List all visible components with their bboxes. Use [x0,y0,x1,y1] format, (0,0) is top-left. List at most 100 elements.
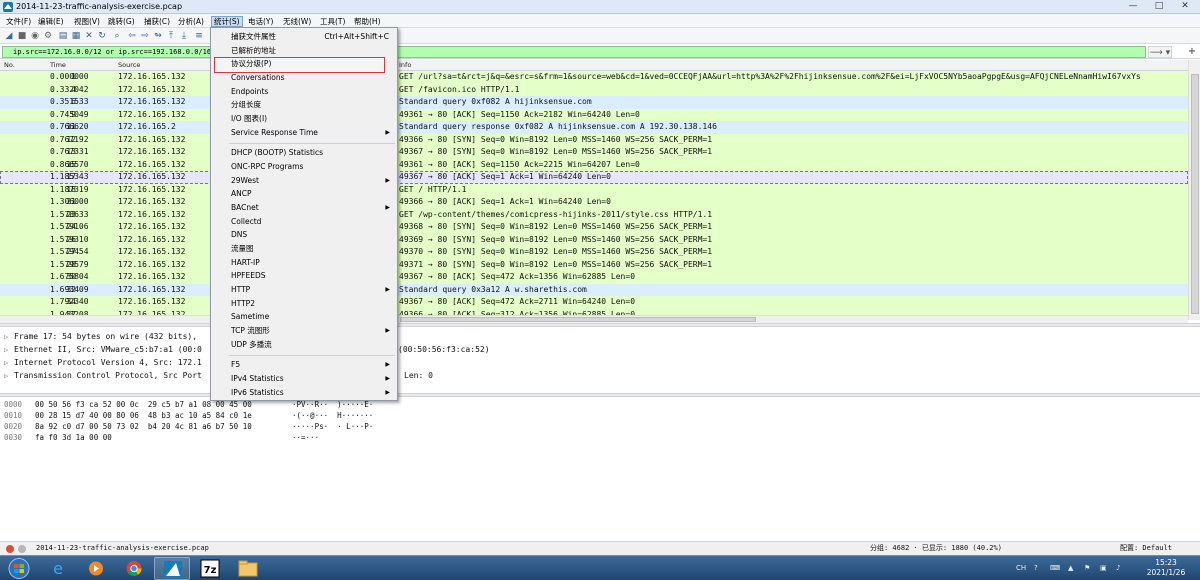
tray-expand-icon[interactable]: ▲ [1068,564,1073,572]
close-file-icon[interactable]: ✕ [84,31,94,41]
menu-view[interactable]: 视图(V) [72,16,102,27]
expand-arrow-icon[interactable]: ▷ [4,331,14,344]
packet-row[interactable]: 11 0.766620 172.16.165.2 Standard query res… [0,121,1188,134]
stats-menu-item[interactable]: 捕获文件属性 [231,31,276,43]
stats-menu-item[interactable]: 已解析的地址 [231,45,276,57]
packet-row[interactable]: 27 1.579454 172.16.165.132 49370 → 80 [SYN]… [0,246,1188,259]
stats-menu-item[interactable]: HTTP [231,284,250,296]
col-no-header[interactable]: No. [4,61,15,70]
stats-menu-item[interactable]: ANCP [231,188,252,200]
packet-row[interactable]: 17 1.185343 172.16.165.132 49367 → 80 [ACK]… [0,171,1188,184]
restart-capture-icon[interactable]: ◉ [30,31,40,41]
packet-row[interactable]: 15 0.866570 172.16.165.132 49361 → 80 [ACK]… [0,158,1188,171]
menu-file[interactable]: 文件(F) [4,16,33,27]
detail-row-tcp[interactable]: ▷ Transmission Control Protocol, Src Port… [4,370,433,383]
help-tray-icon[interactable]: ? [1034,564,1038,572]
stats-menu-item[interactable]: BACnet [231,202,259,214]
start-button[interactable] [4,557,34,580]
capture-comment-icon[interactable] [18,545,26,553]
packet-row[interactable]: 30 1.675804 172.16.165.132 49367 → 80 [ACK]… [0,271,1188,284]
network-icon[interactable]: ▣ [1100,564,1107,572]
packet-row[interactable]: 4 0.332042 172.16.165.132 GET /favicon.ico … [0,83,1188,96]
stats-menu-item[interactable]: 流量图 [231,243,254,255]
taskbar-media-player[interactable] [78,557,114,580]
packet-row[interactable]: 12 0.767192 172.16.165.132 49366 → 80 [SYN]… [0,133,1188,146]
start-capture-icon[interactable]: ◢ [4,31,14,41]
add-filter-button[interactable]: + [1186,45,1198,58]
minimize-button[interactable]: — [1122,1,1144,12]
go-to-packet-icon[interactable]: ↬ [153,31,163,41]
stats-menu-item[interactable]: HTTP2 [231,298,255,310]
menu-help[interactable]: 帮助(H) [352,16,383,27]
apply-filter-button[interactable]: ⟶ ▾ [1148,46,1172,58]
expand-arrow-icon[interactable]: ▷ [4,370,14,383]
packet-row[interactable]: 13 0.767331 172.16.165.132 49367 → 80 [SYN]… [0,146,1188,159]
col-info-header[interactable]: Info [399,61,411,70]
packet-row[interactable]: 18 1.187319 172.16.165.132 GET / HTTP/1.1 [0,183,1188,196]
stats-menu-item[interactable]: Sametime [231,311,269,323]
stats-menu-item[interactable]: I/O 图表(I) [231,113,267,125]
maximize-button[interactable]: □ [1148,1,1170,12]
pane-splitter[interactable] [0,323,1200,327]
volume-icon[interactable]: ♪ [1116,564,1120,572]
stop-capture-icon[interactable]: ■ [17,31,27,41]
expand-arrow-icon[interactable]: ▷ [4,357,14,370]
packet-list-vscrollbar[interactable] [1188,60,1200,320]
keyboard-tray-icon[interactable]: ⌨ [1050,564,1060,572]
detail-row-frame[interactable]: ▷ Frame 17: 54 bytes on wire (432 bits), [4,331,197,344]
menu-tools[interactable]: 工具(T) [318,16,347,27]
bytes-row[interactable]: 0020 8a 92 c0 d7 00 50 73 02 b4 20 4c 81 … [4,421,373,432]
stats-menu-item[interactable]: DHCP (BOOTP) Statistics [231,147,323,159]
hscroll-thumb[interactable] [400,317,756,322]
go-forward-icon[interactable]: ⇨ [140,31,150,41]
expand-arrow-icon[interactable]: ▷ [4,344,14,357]
packet-row[interactable]: 1 0.000000 172.16.165.132 GET /url?sa=t&rct… [0,71,1188,84]
stats-menu-item[interactable]: HART-IP [231,257,260,269]
find-packet-icon[interactable]: ⌕ [112,31,122,41]
stats-menu-item[interactable]: 29West [231,175,259,187]
menu-capture[interactable]: 捕获(C) [142,16,172,27]
stats-menu-item[interactable]: DNS [231,229,247,241]
save-file-icon[interactable]: ▦ [71,31,81,41]
menu-go[interactable]: 跳转(G) [106,16,137,27]
capture-options-icon[interactable]: ⚙ [43,31,53,41]
packet-list-hscrollbar[interactable] [0,315,1188,323]
stats-menu-item[interactable]: Service Response Time [231,127,318,139]
language-indicator[interactable]: CH [1016,564,1026,572]
taskbar-explorer[interactable] [230,557,266,580]
detail-row-ethernet[interactable]: ▷ Ethernet II, Src: VMware_c5:b7:a1 (00:0… [4,344,490,357]
packet-row[interactable]: 6 0.351533 172.16.165.132 Standard query 0x… [0,96,1188,109]
open-file-icon[interactable]: ▤ [58,31,68,41]
detail-row-ip[interactable]: ▷ Internet Protocol Version 4, Src: 172.1 [4,357,202,370]
menu-analyze[interactable]: 分析(A) [176,16,206,27]
col-time-header[interactable]: Time [50,61,66,70]
display-filter-input[interactable]: ip.src==172.16.0.0/12 or ip.src==192.168… [2,46,1146,58]
last-packet-icon[interactable]: ⤓ [179,31,189,41]
stats-menu-item[interactable]: IPv4 Statistics [231,373,284,385]
stats-menu-item[interactable]: F5 [231,359,240,371]
stats-menu-item[interactable]: 分组长度 [231,99,261,111]
packet-row[interactable]: 9 0.745049 172.16.165.132 49361 → 80 [ACK] … [0,108,1188,121]
stats-menu-item[interactable]: Collectd [231,216,261,228]
stats-menu-item[interactable]: TCP 流图形 [231,325,270,337]
stats-menu-item[interactable]: ONC-RPC Programs [231,161,303,173]
stats-menu-item[interactable]: Conversations [231,72,285,84]
action-center-icon[interactable]: ⚑ [1084,564,1090,572]
packet-row[interactable]: 23 1.578633 172.16.165.132 GET /wp-content/… [0,208,1188,221]
stats-menu-item[interactable]: Endpoints [231,86,268,98]
taskbar-wireshark[interactable] [154,557,190,580]
menu-edit[interactable]: 编辑(E) [36,16,66,27]
packet-row[interactable]: 28 1.579579 172.16.165.132 49371 → 80 [SYN]… [0,258,1188,271]
bytes-row[interactable]: 0000 00 50 56 f3 ca 52 00 0c 29 c5 b7 a1 … [4,399,373,410]
status-profile[interactable]: 配置: Default [1120,542,1172,555]
bytes-row[interactable]: 0030 fa f0 3d 1a 00 00 ··=··· [4,432,319,443]
stats-menu-item[interactable]: IPv6 Statistics [231,387,284,399]
packet-list[interactable]: 1 0.000000 172.16.165.132 GET /url?sa=t&rct… [0,71,1188,315]
menu-telephony[interactable]: 电话(Y) [246,16,275,27]
col-source-header[interactable]: Source [118,61,140,70]
menu-wireless[interactable]: 无线(W) [281,16,313,27]
pane-splitter[interactable] [0,393,1200,397]
first-packet-icon[interactable]: ⤒ [166,31,176,41]
stats-menu-item[interactable]: UDP 多播流 [231,339,272,351]
vscroll-thumb[interactable] [1191,74,1199,314]
